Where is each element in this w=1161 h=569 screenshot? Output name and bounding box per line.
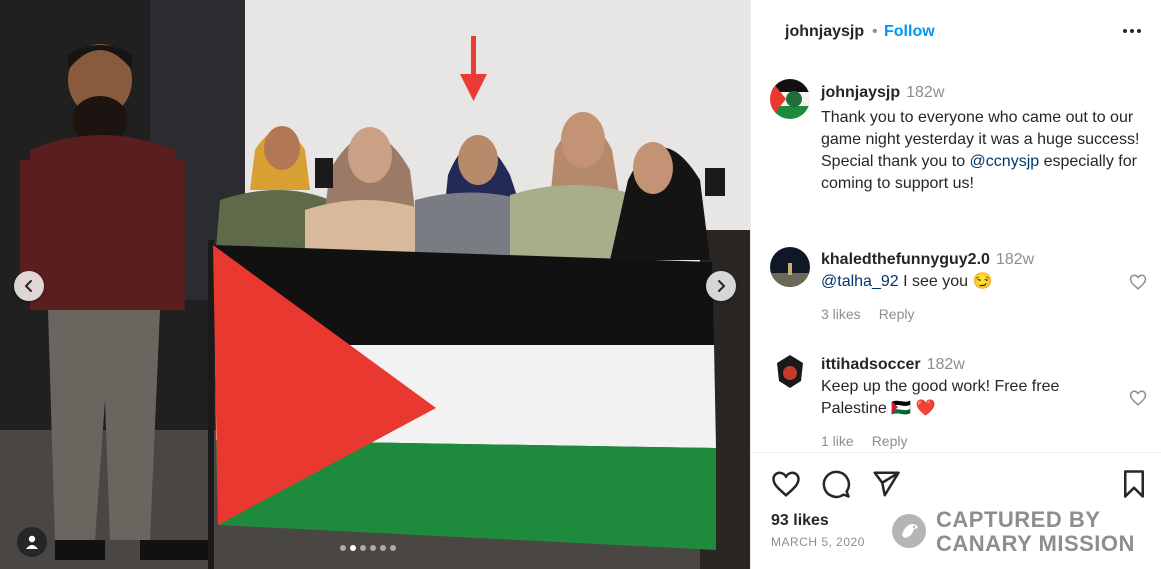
watermark: CAPTURED BY CANARY MISSION (936, 508, 1135, 556)
caption-text: Thank you to everyone who came out to ou… (821, 107, 1151, 195)
chevron-right-icon (718, 280, 725, 292)
post-photo[interactable] (0, 0, 750, 569)
carousel-dot (390, 545, 396, 551)
comment-body: I see you 😏 (898, 273, 993, 290)
palestine-flag (213, 245, 716, 550)
comment-text: Keep up the good work! Free free Palesti… (821, 378, 1060, 417)
comment-mention-link[interactable]: @talha_92 (821, 273, 899, 290)
commenter-avatar[interactable] (770, 351, 810, 391)
tagged-users-button[interactable] (17, 527, 47, 557)
author-avatar-image (770, 79, 810, 119)
carousel-dot (380, 545, 386, 551)
comment-username-text[interactable]: khaledthefunnyguy2.0 (821, 251, 990, 268)
heart-icon[interactable] (1129, 389, 1147, 407)
comment-time[interactable]: 182w (996, 251, 1034, 268)
header-separator: • (872, 23, 878, 40)
commenter-avatar-image (770, 247, 810, 287)
heart-icon[interactable] (771, 469, 801, 499)
comment-meta: 1 like Reply (821, 433, 925, 449)
commenter-avatar[interactable] (770, 247, 810, 287)
post-header: johnjaysjp • Follow (751, 0, 1161, 64)
post-date[interactable]: MARCH 5, 2020 (771, 535, 865, 549)
divider (751, 452, 1161, 453)
carousel-next-button[interactable] (706, 271, 736, 301)
comment-meta: 3 likes Reply (821, 306, 932, 322)
comment-reply-button[interactable]: Reply (872, 433, 908, 449)
comment-text: @talha_92 I see you 😏 (821, 271, 1111, 293)
post-details-panel: johnjaysjp • Follow johnjaysjp 182w Thank… (750, 0, 1161, 569)
bookmark-icon[interactable] (1119, 469, 1149, 499)
likes-count[interactable]: 93 likes (771, 512, 829, 530)
comment-username[interactable]: khaledthefunnyguy2.0 182w (821, 251, 1034, 269)
author-avatar[interactable] (770, 79, 810, 119)
carousel-dot-active (350, 545, 356, 551)
comment-username[interactable]: ittihadsoccer 182w (821, 356, 965, 374)
caption-username[interactable]: johnjaysjp 182w (821, 84, 944, 102)
caption-time[interactable]: 182w (906, 84, 944, 101)
author-username[interactable]: johnjaysjp (785, 23, 864, 41)
more-icon[interactable] (1121, 20, 1143, 42)
comment-username-text[interactable]: ittihadsoccer (821, 356, 921, 373)
share-icon[interactable] (871, 469, 901, 499)
comment-time[interactable]: 182w (927, 356, 965, 373)
watermark-line1: CAPTURED BY (936, 507, 1101, 532)
follow-button[interactable]: Follow (884, 23, 935, 41)
carousel-dot (370, 545, 376, 551)
comment-reply-button[interactable]: Reply (879, 306, 915, 322)
watermark-line2: CANARY MISSION (936, 531, 1135, 556)
carousel-dot (360, 545, 366, 551)
chevron-left-icon (25, 280, 32, 292)
comment-likes-count[interactable]: 1 like (821, 433, 854, 449)
heart-icon[interactable] (1129, 273, 1147, 291)
comment-likes-count[interactable]: 3 likes (821, 306, 861, 322)
carousel-prev-button[interactable] (14, 271, 44, 301)
caption-mention-link[interactable]: @ccnysjp (970, 153, 1040, 170)
commenter-avatar-image (770, 351, 810, 391)
user-tag-icon (26, 535, 38, 549)
caption-username-text[interactable]: johnjaysjp (821, 84, 900, 101)
carousel-dot (340, 545, 346, 551)
comment-icon[interactable] (821, 469, 851, 499)
photo-scene (0, 0, 750, 569)
canary-logo-icon (892, 514, 926, 548)
carousel-dots (340, 545, 396, 551)
